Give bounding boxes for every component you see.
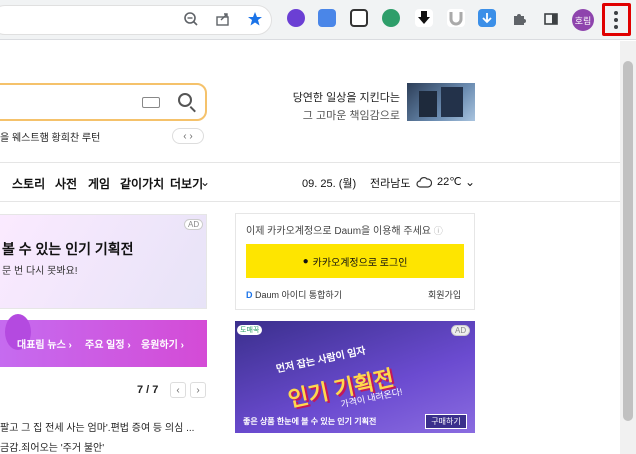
extension-purple-icon[interactable]	[287, 9, 305, 27]
nav-item-together[interactable]: 같이가치	[120, 175, 164, 192]
chevron-down-icon[interactable]: ⌄	[200, 175, 210, 189]
ad-badge: AD	[184, 219, 204, 230]
ad-badge: AD	[451, 325, 471, 336]
pager-prev-button[interactable]: ‹	[170, 382, 186, 398]
login-prompt-text: 이제 카카오계정으로 Daum을 이용해 주세요	[246, 226, 431, 237]
search-icon[interactable]	[178, 93, 192, 107]
extension-download-blue-icon[interactable]	[478, 9, 496, 27]
daum-d-icon: D	[246, 290, 253, 300]
extensions-puzzle-icon[interactable]	[508, 8, 530, 30]
top-banner-text[interactable]: 당연한 일상을 지킨다는 그 고마운 책임감으로	[290, 89, 400, 123]
side-panel-icon[interactable]	[540, 8, 562, 30]
chat-bubble-icon: ●	[302, 255, 309, 267]
top-banner-line2: 그 고마운 책임감으로	[302, 110, 400, 122]
daum-integrate-link[interactable]: D Daum 아이디 통합하기	[246, 288, 342, 301]
bookmark-star-icon[interactable]	[244, 8, 266, 30]
profile-avatar[interactable]: 호림	[572, 9, 594, 31]
feature-subtitle: 문 번 다시 못봐요!	[2, 266, 78, 277]
ad-banner[interactable]: 도매꾹 AD 먼저 잡는 사람이 임자 인기 기획전 가격이 내려온다! 좋은 …	[235, 321, 475, 433]
daum-page: 을 웨스트햄 황희찬 루턴 ‹ › 당연한 일상을 지킨다는 그 고마운 책임감…	[0, 41, 620, 454]
date-label: 09. 25. (월)	[302, 178, 357, 190]
buy-button[interactable]: 구매하기	[425, 414, 467, 429]
feature-link-cheer[interactable]: 응원하기 ›	[141, 336, 184, 351]
kakao-login-button[interactable]: ● 카카오계정으로 로그인	[246, 244, 464, 278]
feature-links-bar: 대표림 뉴스 › 주요 일정 › 응원하기 ›	[0, 314, 207, 367]
extension-u-icon[interactable]	[447, 9, 465, 27]
integrate-label: Daum 아이디 통합하기	[255, 290, 342, 300]
building-shape	[441, 87, 463, 117]
search-suggestions[interactable]: 을 웨스트햄 황희찬 루턴	[0, 129, 100, 144]
pager-next-button[interactable]: ›	[190, 382, 206, 398]
scrollbar[interactable]	[620, 41, 636, 454]
region-label[interactable]: 전라남도	[370, 175, 410, 191]
scrollbar-thumb[interactable]	[623, 61, 633, 421]
weather-chevron-icon[interactable]: ⌄	[465, 175, 475, 189]
browser-toolbar: 호림	[0, 0, 636, 40]
keyboard-icon[interactable]	[142, 97, 160, 108]
main-nav: 스토리 사전 게임 같이가치 더보기 ⌄ 09. 25. (월) 전라남도 22…	[0, 162, 620, 202]
news-headline-2[interactable]: 금감.죄어오는 '주거 불안'	[0, 439, 104, 454]
ad-caption: 좋은 상품 한눈에 볼 수 있는 인기 기획전	[243, 417, 377, 426]
extension-copy-icon[interactable]	[350, 9, 368, 27]
news-headline-1[interactable]: 팔고 그 집 전세 사는 엄마'.편법 증여 등 의심 ...	[0, 419, 194, 434]
temperature-label: 22℃	[437, 176, 462, 188]
top-banner-image[interactable]	[407, 83, 475, 121]
feature-link-news[interactable]: 대표림 뉴스 ›	[17, 336, 72, 351]
info-icon[interactable]: ⓘ	[434, 226, 443, 236]
cloud-icon	[416, 175, 433, 194]
signup-link[interactable]: 회원가입	[428, 288, 461, 301]
suggestion-pager[interactable]: ‹ ›	[172, 128, 204, 144]
profile-label: 호림	[574, 16, 592, 27]
login-prompt: 이제 카카오계정으로 Daum을 이용해 주세요 ⓘ	[246, 222, 443, 237]
more-menu-button[interactable]	[602, 3, 631, 36]
extension-green-icon[interactable]	[382, 9, 400, 27]
search-input[interactable]	[0, 83, 207, 121]
brand-label: 도매꾹	[237, 325, 263, 335]
kakao-login-label: 카카오계정으로 로그인	[312, 257, 408, 269]
extension-translate-icon[interactable]	[318, 9, 336, 27]
login-card: 이제 카카오계정으로 Daum을 이용해 주세요 ⓘ ● 카카오계정으로 로그인…	[235, 213, 475, 310]
feature-title: 볼 수 있는 인기 기획전	[2, 241, 134, 257]
nav-item-more[interactable]: 더보기	[170, 175, 203, 192]
more-menu-icon	[614, 11, 619, 29]
nav-item-dictionary[interactable]: 사전	[55, 175, 77, 192]
extension-download-arrow-icon[interactable]	[415, 9, 433, 27]
zoom-icon[interactable]	[180, 8, 202, 30]
pager-count: 7 / 7	[137, 384, 159, 396]
top-banner-line1: 당연한 일상을 지킨다는	[292, 92, 400, 104]
share-icon[interactable]	[212, 8, 234, 30]
nav-item-game[interactable]: 게임	[88, 175, 110, 192]
building-shape	[419, 91, 437, 117]
feature-link-schedule[interactable]: 주요 일정 ›	[85, 336, 131, 351]
nav-item-story[interactable]: 스토리	[12, 175, 45, 192]
feature-card[interactable]: AD 볼 수 있는 인기 기획전 문 번 다시 못봐요!	[0, 214, 207, 309]
